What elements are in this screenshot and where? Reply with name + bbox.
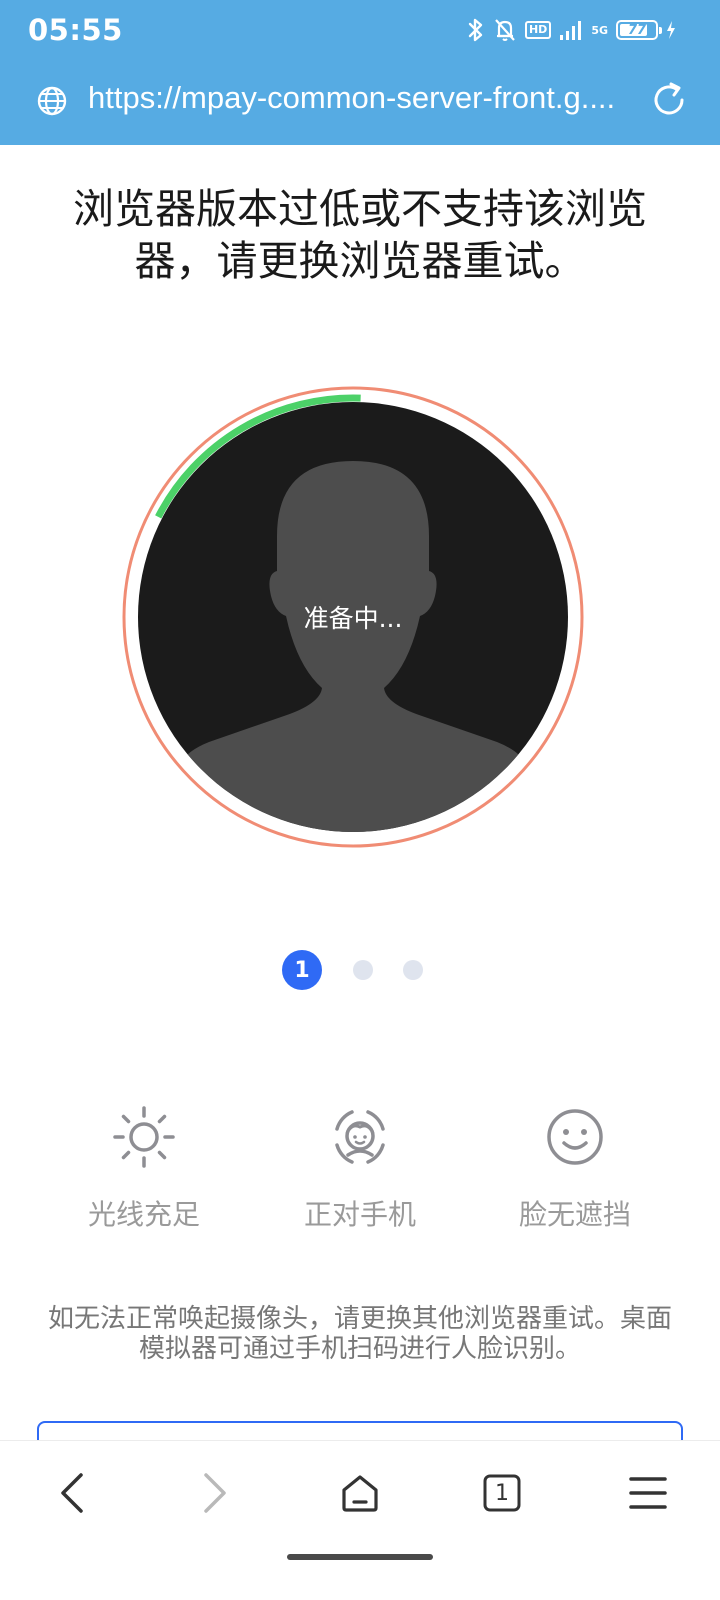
tip-label: 正对手机	[303, 1198, 416, 1231]
home-button[interactable]	[330, 1463, 390, 1523]
tab-count: 1	[495, 1480, 509, 1506]
url-text[interactable]: https://mpay-common-server-front.g....	[88, 80, 634, 116]
menu-button[interactable]	[618, 1463, 678, 1523]
smile-icon	[547, 1109, 603, 1165]
camera-help-text: 如无法正常唤起摄像头，请更换其他浏览器重试。桌面模拟器可通过手机扫码进行人脸识别…	[47, 1304, 672, 1364]
charging-icon	[667, 21, 675, 39]
tip-face-front: 正对手机	[260, 1105, 460, 1233]
face-capture-frame: 准备中...	[122, 386, 584, 848]
back-button[interactable]	[42, 1463, 102, 1523]
home-indicator[interactable]	[287, 1554, 433, 1560]
tip-face-unobstructed: 脸无遮挡	[475, 1105, 675, 1233]
mute-bell-icon	[495, 19, 515, 41]
browser-bottom-nav: 1	[0, 1440, 720, 1600]
face-front-icon	[335, 1110, 385, 1164]
back-arrow-icon	[61, 1473, 83, 1513]
forward-arrow-icon	[204, 1473, 226, 1513]
tip-label: 光线充足	[87, 1198, 200, 1231]
step-2-dot	[353, 960, 373, 980]
step-3-dot	[403, 960, 423, 980]
tabs-button[interactable]: 1	[472, 1463, 532, 1523]
tip-label: 脸无遮挡	[518, 1198, 631, 1231]
hd-badge: HD	[524, 21, 552, 39]
signal-icon	[560, 21, 582, 40]
reload-icon[interactable]	[652, 80, 688, 120]
status-time: 05:55	[28, 13, 123, 47]
step-1-active: 1	[282, 950, 322, 990]
scan-status-text: 准备中...	[303, 604, 403, 633]
status-icons: HD 5G 77	[467, 16, 676, 44]
home-icon	[342, 1475, 378, 1512]
battery-level: 77	[627, 22, 647, 38]
tip-lighting: 光线充足	[44, 1105, 244, 1233]
bluetooth-icon	[468, 18, 483, 42]
menu-icon	[629, 1477, 667, 1509]
battery-icon: 77	[616, 20, 662, 40]
browser-top-bar: 05:55 HD 5G 77 https://mpay-common-serve…	[0, 0, 720, 145]
network-type: 5G	[591, 23, 608, 37]
globe-icon	[37, 86, 67, 116]
browser-warning-headline: 浏览器版本过低或不支持该浏览器，请更换浏览器重试。	[73, 185, 647, 285]
address-bar[interactable]: https://mpay-common-server-front.g....	[0, 78, 720, 128]
sun-icon	[113, 1106, 175, 1168]
forward-button[interactable]	[185, 1463, 245, 1523]
capture-tips: 光线充足 正对手机 脸无遮挡	[0, 1105, 720, 1235]
